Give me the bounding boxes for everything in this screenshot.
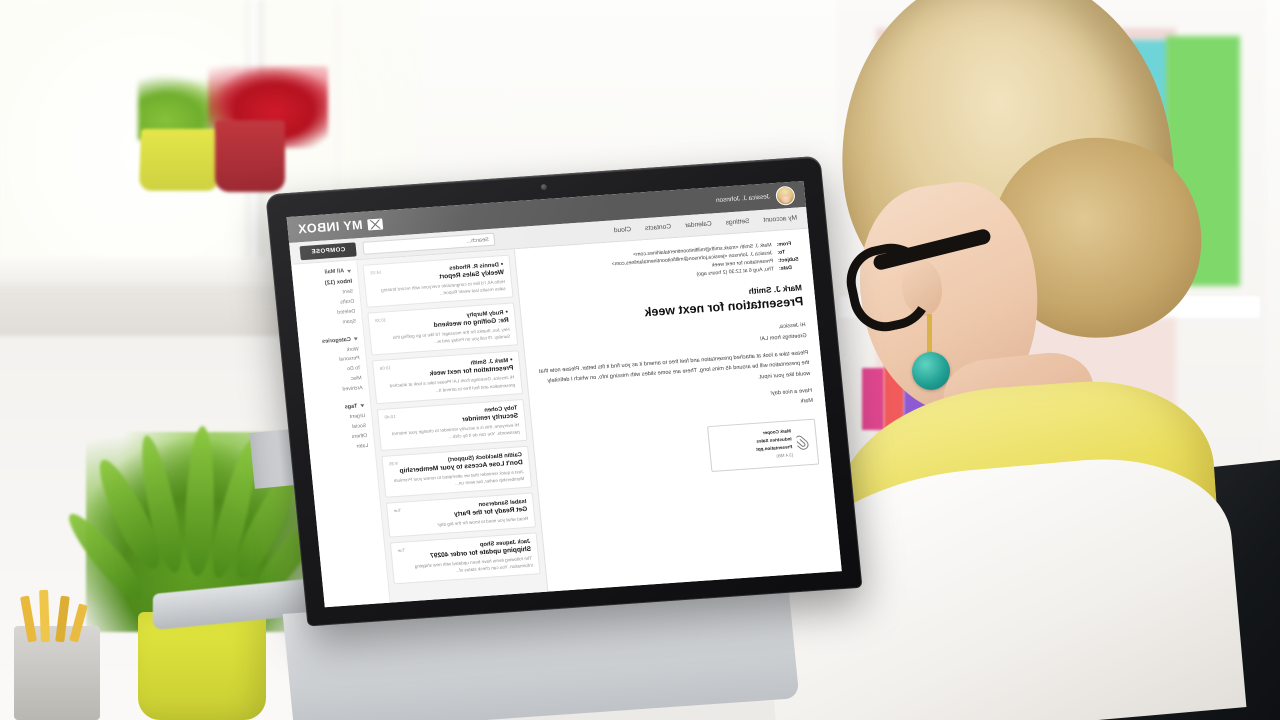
nav-link-cloud[interactable]: Cloud	[614, 226, 632, 234]
mail-list-item[interactable]: 14:15 Dennis R. Rhodes Weekly Sales Repo…	[362, 254, 514, 308]
person-at-desk	[755, 0, 1280, 720]
attachment-card[interactable]: Mark Cooper Industries Sales Presentatio…	[706, 418, 820, 473]
mail-list-item[interactable]: 10:28 Rudy Murphy Re: Golfing on weekend…	[367, 302, 519, 356]
avatar	[774, 185, 796, 206]
sidebar-group-label: Categories	[321, 336, 352, 345]
compose-button[interactable]: COMPOSE	[299, 241, 357, 260]
mail-item-time: 10:28	[374, 317, 387, 324]
pencil	[39, 589, 50, 643]
nav-link-contacts[interactable]: Contacts	[645, 223, 672, 232]
sidebar-group-title[interactable]: Categories	[305, 336, 358, 346]
mail-item-time: 10:40	[384, 413, 396, 420]
mail-item-time: Tue	[393, 507, 402, 514]
attachment-size: (3.4 MB)	[776, 452, 794, 459]
reading-pane: From: Mark J. Smith <mark.smith@millfini…	[514, 228, 842, 592]
nav-link-settings[interactable]: Settings	[725, 218, 749, 227]
sidebar-group-tags: Tags Urgent Social Others Later	[311, 403, 369, 455]
mail-list[interactable]: 14:15 Dennis R. Rhodes Weekly Sales Repo…	[357, 249, 549, 603]
chevron-down-icon	[346, 269, 352, 273]
attachment-meta: Mark Cooper Industries Sales Presentatio…	[754, 427, 793, 462]
search-input[interactable]	[368, 236, 490, 251]
mail-list-item[interactable]: Tue Jack Jaques Shop Shipping update for…	[389, 532, 541, 585]
paperclip-icon	[796, 434, 810, 451]
user-name: Jessica J. Johnson	[715, 192, 771, 204]
nav-link-my-account[interactable]: My account	[763, 215, 797, 224]
mail-item-time: 10:06	[379, 365, 392, 372]
brand: MY INBOX	[297, 216, 383, 236]
nav-link-calendar[interactable]: Calendar	[685, 220, 712, 229]
envelope-icon	[366, 217, 383, 230]
leaf	[183, 425, 217, 577]
mail-list-item[interactable]: 10:40 Toby Cohen Security reminder Hi ev…	[376, 398, 528, 451]
mail-meta: From: Mark J. Smith <mark.smith@millfini…	[528, 240, 801, 291]
sidebar-group-label: Tags	[344, 403, 358, 411]
earring	[912, 352, 950, 390]
monitor-screen: Jessica J. Johnson MY INBOX My account S…	[286, 180, 842, 608]
attachment-line1: Mark Cooper	[762, 428, 792, 435]
attachment-filename: Presentation.ppt	[755, 444, 793, 452]
brand-title: MY INBOX	[297, 217, 364, 237]
mail-list-item[interactable]: 9:35 Caitlin Blacklock (Support) Don't L…	[381, 445, 533, 498]
user-chip[interactable]: Jessica J. Johnson	[715, 185, 796, 209]
mail-item-time: 9:35	[388, 460, 398, 467]
sidebar-group-categories: Categories Work Personal To Do Misc Arch…	[305, 336, 364, 398]
sidebar-group-label: All Mail	[324, 268, 345, 276]
mail-item-time: 14:15	[370, 269, 382, 276]
chevron-down-icon	[360, 404, 365, 408]
pencil-holder	[14, 589, 100, 720]
app-body: From: Mark J. Smith <mark.smith@millfini…	[291, 228, 842, 608]
meta-label-date: Date:	[778, 265, 793, 273]
webmail-app: Jessica J. Johnson MY INBOX My account S…	[286, 180, 842, 608]
sidebar-group-all-mail: All Mail Inbox (12) Sent Drafts Deleted …	[298, 268, 357, 331]
computer-monitor: Jessica J. Johnson MY INBOX My account S…	[265, 155, 863, 627]
mail-list-item-selected[interactable]: 10:06 Mark J. Smith Presentation for nex…	[372, 350, 523, 404]
red-flower-pot	[215, 120, 285, 192]
attachment-line2: Industries Sales	[756, 436, 792, 444]
mail-list-item[interactable]: Tue Isabel Sanderson Get Ready for the P…	[385, 492, 537, 538]
mail-body: Hi Jessica, Greetings from LA! Please ta…	[536, 320, 814, 425]
chevron-down-icon	[353, 337, 358, 341]
yellow-flower-pot	[138, 128, 220, 191]
photo-scene: Jessica J. Johnson MY INBOX My account S…	[0, 0, 1280, 720]
sidebar-group-title[interactable]: All Mail	[298, 268, 352, 278]
sidebar-group-title[interactable]: Tags	[311, 403, 365, 413]
mail-item-time: Tue	[397, 547, 406, 554]
